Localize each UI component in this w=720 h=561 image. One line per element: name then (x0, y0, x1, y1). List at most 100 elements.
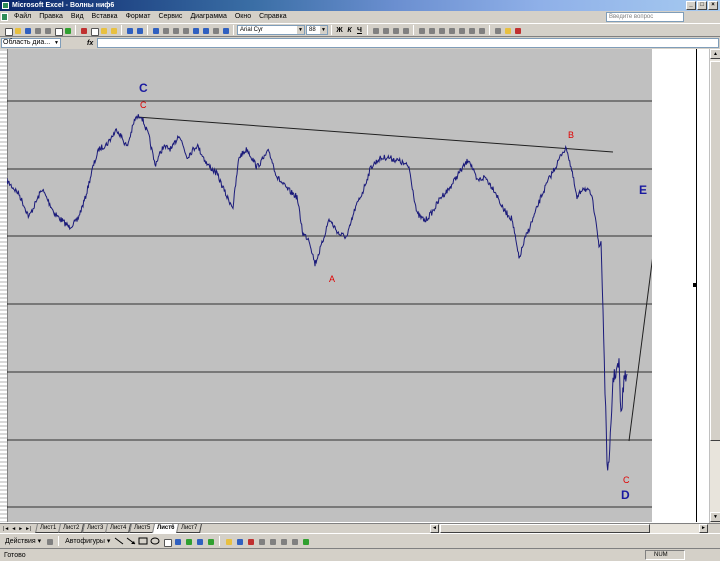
workbook-icon[interactable] (1, 13, 8, 21)
autosum-icon[interactable] (161, 26, 170, 35)
wave-label-c-small: C (140, 100, 147, 110)
percent-icon[interactable] (427, 26, 436, 35)
menu-tools[interactable]: Сервис (154, 11, 186, 23)
open-icon[interactable] (13, 26, 22, 35)
last-sheet-icon[interactable]: ►| (25, 526, 31, 532)
rectangle-icon[interactable] (138, 537, 148, 545)
menu-window[interactable]: Окно (231, 11, 255, 23)
actions-menu[interactable]: Действия ▾ (3, 537, 43, 545)
scroll-thumb[interactable] (710, 61, 720, 441)
oval-icon[interactable] (150, 537, 160, 545)
scroll-down-icon[interactable]: ▼ (710, 512, 720, 522)
format-painter-icon[interactable] (109, 26, 118, 35)
sort-desc-icon[interactable] (181, 26, 190, 35)
menu-insert[interactable]: Вставка (88, 11, 122, 23)
excel-icon (2, 2, 9, 9)
font-name-select[interactable]: Arial Cyr ▼ (237, 25, 305, 35)
menu-chart[interactable]: Диаграмма (186, 11, 230, 23)
tab-sheet2[interactable]: Лист2 (58, 523, 85, 533)
print-icon[interactable] (43, 26, 52, 35)
fill-color-icon[interactable] (224, 537, 233, 546)
dash-style-icon[interactable] (268, 537, 277, 546)
menu-help[interactable]: Справка (255, 11, 290, 23)
menu-edit[interactable]: Правка (35, 11, 67, 23)
line-style-icon[interactable] (257, 537, 266, 546)
insert-function-button[interactable]: fx (87, 40, 93, 47)
decrease-decimal-icon[interactable] (457, 26, 466, 35)
undo-icon[interactable] (125, 26, 134, 35)
next-sheet-icon[interactable]: ► (18, 526, 23, 532)
print-preview-icon[interactable] (53, 26, 63, 36)
shadow-icon[interactable] (290, 537, 299, 546)
currency-icon[interactable] (417, 26, 426, 35)
diagram-icon[interactable] (184, 537, 193, 546)
help-icon[interactable] (221, 26, 230, 35)
redo-icon[interactable] (135, 26, 144, 35)
select-objects-icon[interactable] (45, 537, 54, 546)
scroll-right-icon[interactable]: ► (699, 524, 708, 533)
maximize-button[interactable]: □ (697, 1, 707, 10)
3d-icon[interactable] (301, 537, 310, 546)
wordart-icon[interactable] (173, 537, 182, 546)
italic-button[interactable]: К (345, 27, 354, 34)
align-right-icon[interactable] (391, 26, 400, 35)
align-left-icon[interactable] (371, 26, 380, 35)
tab-sheet7[interactable]: Лист7 (176, 523, 203, 533)
first-sheet-icon[interactable]: |◄ (3, 526, 9, 532)
tab-sheet3[interactable]: Лист3 (81, 523, 109, 533)
drawing-icon[interactable] (201, 26, 210, 35)
line-icon[interactable] (114, 537, 124, 545)
help-question-input[interactable]: Введите вопрос (606, 12, 684, 22)
borders-icon[interactable] (493, 26, 502, 35)
close-button[interactable]: × (708, 1, 718, 10)
scroll-left-icon[interactable]: ◄ (430, 524, 439, 533)
tab-sheet6[interactable]: Лист6 (151, 523, 180, 533)
fill-color-icon[interactable] (503, 26, 512, 35)
insert-picture-icon[interactable] (206, 537, 215, 546)
font-size-select[interactable]: 88 ▼ (306, 25, 328, 35)
merge-center-icon[interactable] (401, 26, 410, 35)
font-color-icon[interactable] (246, 537, 255, 546)
save-icon[interactable] (23, 26, 32, 35)
copy-icon[interactable] (89, 26, 99, 36)
sheet-cells[interactable] (653, 49, 696, 522)
arrow-style-icon[interactable] (279, 537, 288, 546)
tab-sheet5[interactable]: Лист5 (128, 523, 155, 533)
textbox-icon[interactable] (162, 537, 173, 547)
chart-wizard-icon[interactable] (191, 26, 200, 35)
new-icon[interactable] (3, 26, 13, 36)
cut-icon[interactable] (79, 26, 88, 35)
horizontal-scrollbar[interactable]: ◄ ► (430, 524, 708, 533)
bold-button[interactable]: Ж (335, 27, 344, 34)
align-center-icon[interactable] (381, 26, 390, 35)
clipart-icon[interactable] (195, 537, 204, 546)
hyperlink-icon[interactable] (151, 26, 160, 35)
increase-decimal-icon[interactable] (447, 26, 456, 35)
menu-view[interactable]: Вид (67, 11, 88, 23)
underline-button[interactable]: Ч (355, 27, 364, 34)
paste-icon[interactable] (99, 26, 108, 35)
spelling-icon[interactable] (63, 26, 72, 35)
hscroll-thumb[interactable] (440, 524, 650, 533)
resize-handle[interactable] (693, 283, 697, 287)
name-box[interactable]: Область диа... ▼ (1, 38, 61, 48)
comma-icon[interactable] (437, 26, 446, 35)
increase-indent-icon[interactable] (477, 26, 486, 35)
sort-asc-icon[interactable] (171, 26, 180, 35)
zoom-icon[interactable] (211, 26, 220, 35)
font-color-icon[interactable] (513, 26, 522, 35)
menu-file[interactable]: Файл (10, 11, 35, 23)
menu-format[interactable]: Формат (122, 11, 155, 23)
decrease-indent-icon[interactable] (467, 26, 476, 35)
vertical-scrollbar[interactable]: ▲ ▼ (709, 49, 720, 523)
minimize-button[interactable]: _ (686, 1, 696, 10)
permission-icon[interactable] (33, 26, 42, 35)
formula-input[interactable] (97, 38, 719, 48)
scroll-up-icon[interactable]: ▲ (710, 49, 720, 59)
prev-sheet-icon[interactable]: ◄ (11, 526, 16, 532)
toolbar-separator (219, 536, 221, 546)
autoshapes-menu[interactable]: Автофигуры ▾ (63, 537, 112, 545)
arrow-icon[interactable] (126, 537, 136, 545)
tab-sheet4[interactable]: Лист4 (105, 523, 132, 533)
line-color-icon[interactable] (235, 537, 244, 546)
